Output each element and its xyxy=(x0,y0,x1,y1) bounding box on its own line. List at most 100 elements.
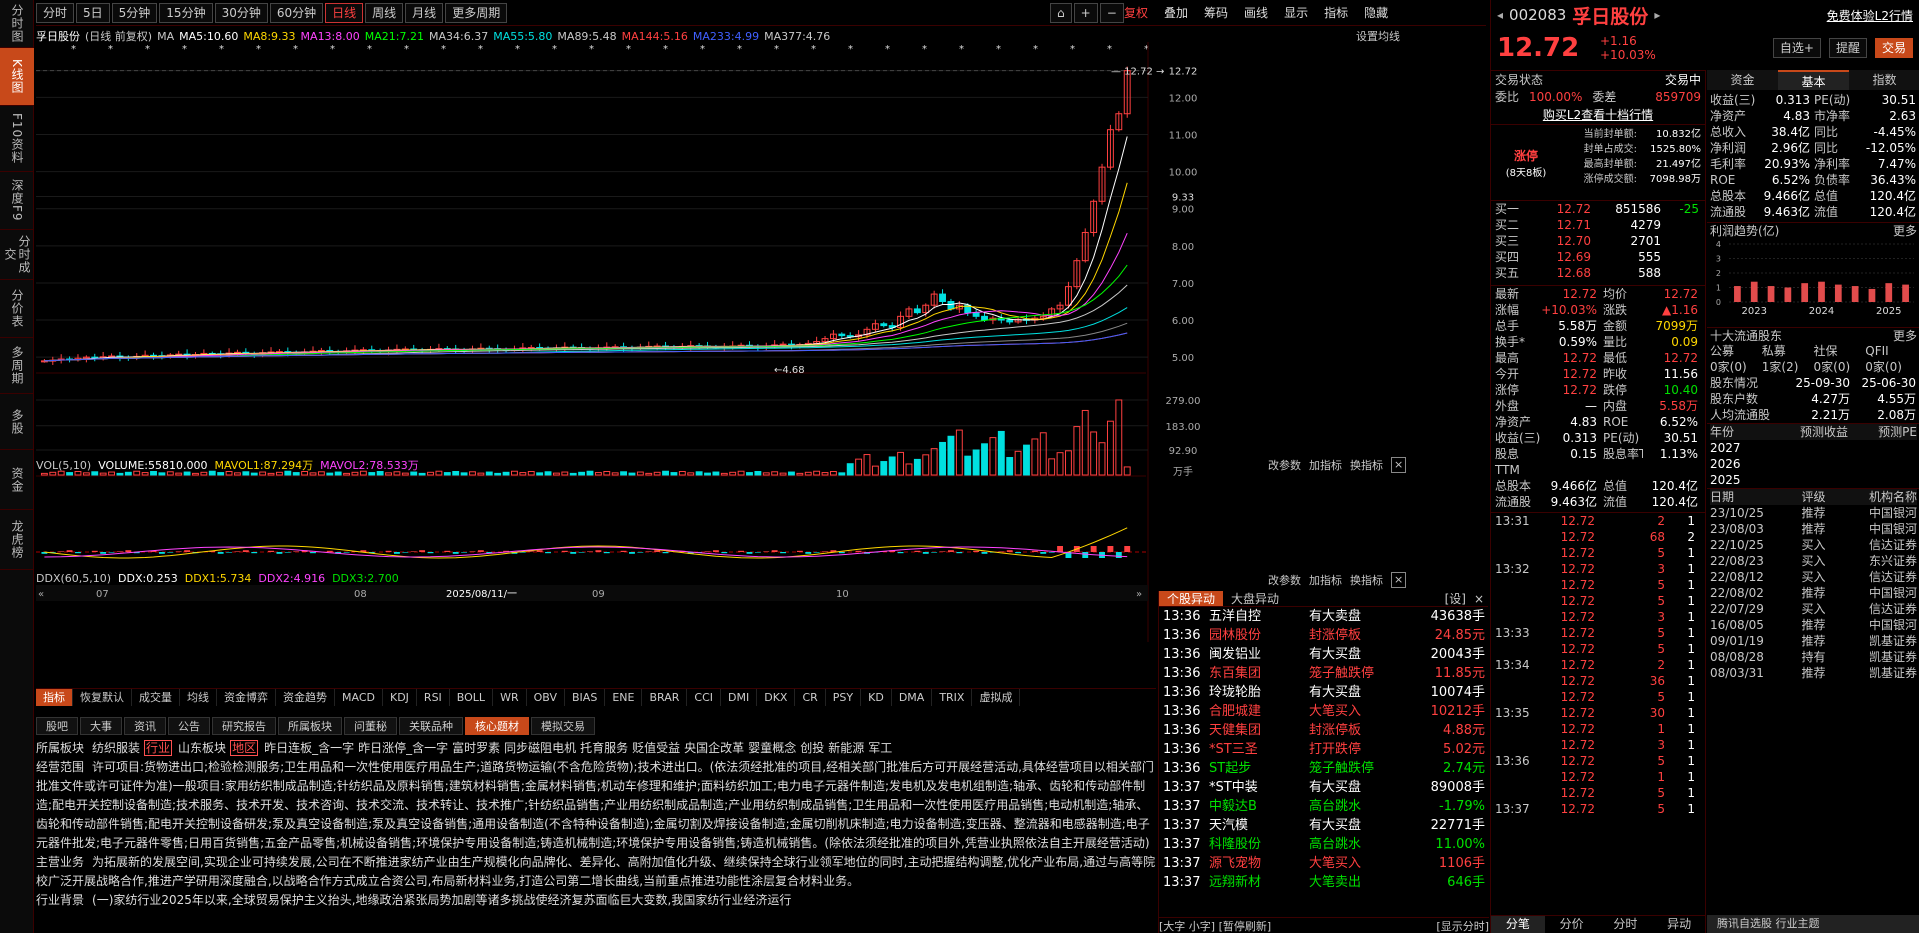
tab-stock-moves[interactable]: 个股异动 xyxy=(1159,591,1224,606)
sector-item-10[interactable]: 央国企改革 xyxy=(684,741,744,755)
toolbar-right-0[interactable]: 复权 xyxy=(1118,3,1154,23)
trial-l2-link[interactable]: 免费体验L2行情 xyxy=(1827,7,1913,24)
indicator-tab-0[interactable]: 指标 xyxy=(36,689,73,706)
f9-tab-1[interactable]: 基本 xyxy=(1778,70,1849,90)
indicator-tab-7[interactable]: KDJ xyxy=(383,689,417,706)
vol-edit-param-button[interactable]: 改参数 xyxy=(1268,457,1301,473)
f9-tab-2[interactable]: 指数 xyxy=(1849,70,1919,90)
sector-item-13[interactable]: 新能源 xyxy=(828,741,864,755)
rating-row[interactable]: 22/10/25 买入 信达证券 xyxy=(1710,537,1917,553)
rating-row[interactable]: 23/08/03 推荐 中国银河 xyxy=(1710,521,1917,537)
rating-row[interactable]: 08/03/31 推荐 凯基证券 xyxy=(1710,665,1917,681)
tick-tab-0[interactable]: 分笔 xyxy=(1491,916,1545,933)
alert-button[interactable]: 提醒 xyxy=(1828,38,1867,58)
rating-row[interactable]: 22/07/29 买入 信达证券 xyxy=(1710,601,1917,617)
period-button-5[interactable]: 60分钟 xyxy=(269,2,324,23)
left-tab-7[interactable]: 多股 xyxy=(0,394,34,450)
yidong-show-timeshare[interactable]: [显示分时] xyxy=(1436,918,1489,933)
rating-row[interactable]: 22/08/12 买入 信达证券 xyxy=(1710,569,1917,585)
yidong-row[interactable]: 13:37 源飞宠物 大笔买入 1106手 xyxy=(1159,854,1488,873)
indicator-tab-22[interactable]: TRIX xyxy=(932,689,973,706)
trade-button[interactable]: 交易 xyxy=(1874,38,1913,58)
left-tab-2[interactable]: F10资料 xyxy=(0,106,34,172)
f10-tab-9[interactable]: 模拟交易 xyxy=(531,717,595,735)
indicator-tab-20[interactable]: KD xyxy=(861,689,892,706)
sector-item-12[interactable]: 创投 xyxy=(800,741,824,755)
sector-item-3[interactable]: 地区 xyxy=(230,740,259,756)
next-stock-icon[interactable]: ▸ xyxy=(1654,8,1660,22)
period-button-4[interactable]: 30分钟 xyxy=(214,2,268,23)
f10-tab-5[interactable]: 所属板块 xyxy=(278,717,342,735)
indicator-tab-14[interactable]: BRAR xyxy=(642,689,688,706)
lock-icon[interactable]: ⌂ xyxy=(1050,3,1072,23)
ddx-add-indicator-button[interactable]: 加指标 xyxy=(1309,572,1342,588)
f10-tab-3[interactable]: 公告 xyxy=(168,717,210,735)
indicator-tab-10[interactable]: WR xyxy=(493,689,527,706)
yidong-row[interactable]: 13:37 *ST中装 有大买盘 89008手 xyxy=(1159,778,1488,797)
yidong-row[interactable]: 13:36 ST起步 笼子触跌停 2.74元 xyxy=(1159,759,1488,778)
yidong-row[interactable]: 13:37 天汽模 有大买盘 22771手 xyxy=(1159,816,1488,835)
indicator-tab-8[interactable]: RSI xyxy=(417,689,450,706)
ddx-switch-indicator-button[interactable]: 换指标 xyxy=(1350,572,1383,588)
sector-item-14[interactable]: 军工 xyxy=(868,741,892,755)
prev-stock-icon[interactable]: ◂ xyxy=(1497,8,1503,22)
sector-item-4[interactable]: 昨日连板_含一字 xyxy=(264,741,354,755)
close-icon[interactable]: × xyxy=(1391,572,1407,588)
book-row[interactable]: 买二 12.71 4279 xyxy=(1491,217,1705,233)
f10-tab-6[interactable]: 问董秘 xyxy=(344,717,397,735)
yidong-row[interactable]: 13:36 天健集团 封涨停板 4.88元 xyxy=(1159,721,1488,740)
f10-tab-0[interactable]: 股吧 xyxy=(36,717,78,735)
yidong-row[interactable]: 13:36 闽发铝业 有大买盘 20043手 xyxy=(1159,645,1488,664)
f9-tab-0[interactable]: 资金 xyxy=(1707,70,1778,90)
period-button-9[interactable]: 更多周期 xyxy=(445,2,508,23)
left-tab-5[interactable]: 分价表 xyxy=(0,280,34,338)
indicator-tab-6[interactable]: MACD xyxy=(335,689,383,706)
period-button-8[interactable]: 月线 xyxy=(405,2,444,23)
left-tab-3[interactable]: 深度F9 xyxy=(0,172,34,230)
toolbar-right-5[interactable]: 指标 xyxy=(1318,3,1354,23)
yidong-row[interactable]: 13:36 园林股份 封涨停板 24.85元 xyxy=(1159,626,1488,645)
left-tab-0[interactable]: 分时图 xyxy=(0,0,34,48)
indicator-tab-9[interactable]: BOLL xyxy=(450,689,494,706)
period-button-6[interactable]: 日线 xyxy=(325,2,364,23)
yidong-row[interactable]: 13:36 东百集团 笼子触跌停 11.85元 xyxy=(1159,664,1488,683)
sector-item-7[interactable]: 同步磁阻电机 xyxy=(504,741,576,755)
left-tab-8[interactable]: 资金 xyxy=(0,450,34,510)
rating-row[interactable]: 22/08/02 推荐 中国银河 xyxy=(1710,585,1917,601)
period-button-1[interactable]: 5日 xyxy=(76,2,110,23)
sector-item-6[interactable]: 富时罗素 xyxy=(452,741,500,755)
book-row[interactable]: 买五 12.68 588 xyxy=(1491,265,1705,281)
toolbar-right-3[interactable]: 画线 xyxy=(1238,3,1274,23)
indicator-tab-1[interactable]: 恢复默认 xyxy=(73,689,132,706)
tab-market-moves[interactable]: 大盘异动 xyxy=(1223,591,1287,606)
period-button-0[interactable]: 分时 xyxy=(36,2,75,23)
kline-chart[interactable]: * * * * * * * * * * * * * * * * * * * * * * * * * * * * * *12.7212.00… xyxy=(36,42,1446,682)
f10-tab-8[interactable]: 核心题材 xyxy=(465,717,529,735)
indicator-tab-21[interactable]: DMA xyxy=(892,689,933,706)
indicator-tab-5[interactable]: 资金趋势 xyxy=(276,689,335,706)
toolbar-right-4[interactable]: 显示 xyxy=(1278,3,1314,23)
period-button-2[interactable]: 5分钟 xyxy=(111,2,158,23)
f10-tab-1[interactable]: 大事 xyxy=(80,717,122,735)
indicator-tab-16[interactable]: DMI xyxy=(721,689,758,706)
yidong-row[interactable]: 13:37 科隆股份 高台跳水 11.00% xyxy=(1159,835,1488,854)
rating-row[interactable]: 23/10/25 推荐 中国银河 xyxy=(1710,505,1917,521)
yidong-row[interactable]: 13:36 玲珑轮胎 有大买盘 10074手 xyxy=(1159,683,1488,702)
rating-row[interactable]: 09/01/19 推荐 凯基证券 xyxy=(1710,633,1917,649)
sector-item-5[interactable]: 昨日涨停_含一字 xyxy=(358,741,448,755)
toolbar-right-1[interactable]: 叠加 xyxy=(1158,3,1194,23)
toolbar-right-2[interactable]: 筹码 xyxy=(1198,3,1234,23)
tick-tab-1[interactable]: 分价 xyxy=(1545,916,1599,933)
rating-row[interactable]: 22/08/23 买入 东兴证券 xyxy=(1710,553,1917,569)
tick-tab-3[interactable]: 异动 xyxy=(1652,916,1706,933)
sector-item-1[interactable]: 行业 xyxy=(144,740,173,756)
sector-item-8[interactable]: 托育服务 xyxy=(580,741,628,755)
indicator-tab-18[interactable]: CR xyxy=(795,689,826,706)
period-button-3[interactable]: 15分钟 xyxy=(159,2,213,23)
indicator-tab-17[interactable]: DKX xyxy=(757,689,796,706)
f10-tab-4[interactable]: 研究报告 xyxy=(212,717,276,735)
sector-item-9[interactable]: 贬值受益 xyxy=(632,741,680,755)
left-tab-1[interactable]: K线图 xyxy=(0,48,34,106)
close-icon[interactable]: × xyxy=(1470,591,1488,606)
book-row[interactable]: 买四 12.69 555 xyxy=(1491,249,1705,265)
